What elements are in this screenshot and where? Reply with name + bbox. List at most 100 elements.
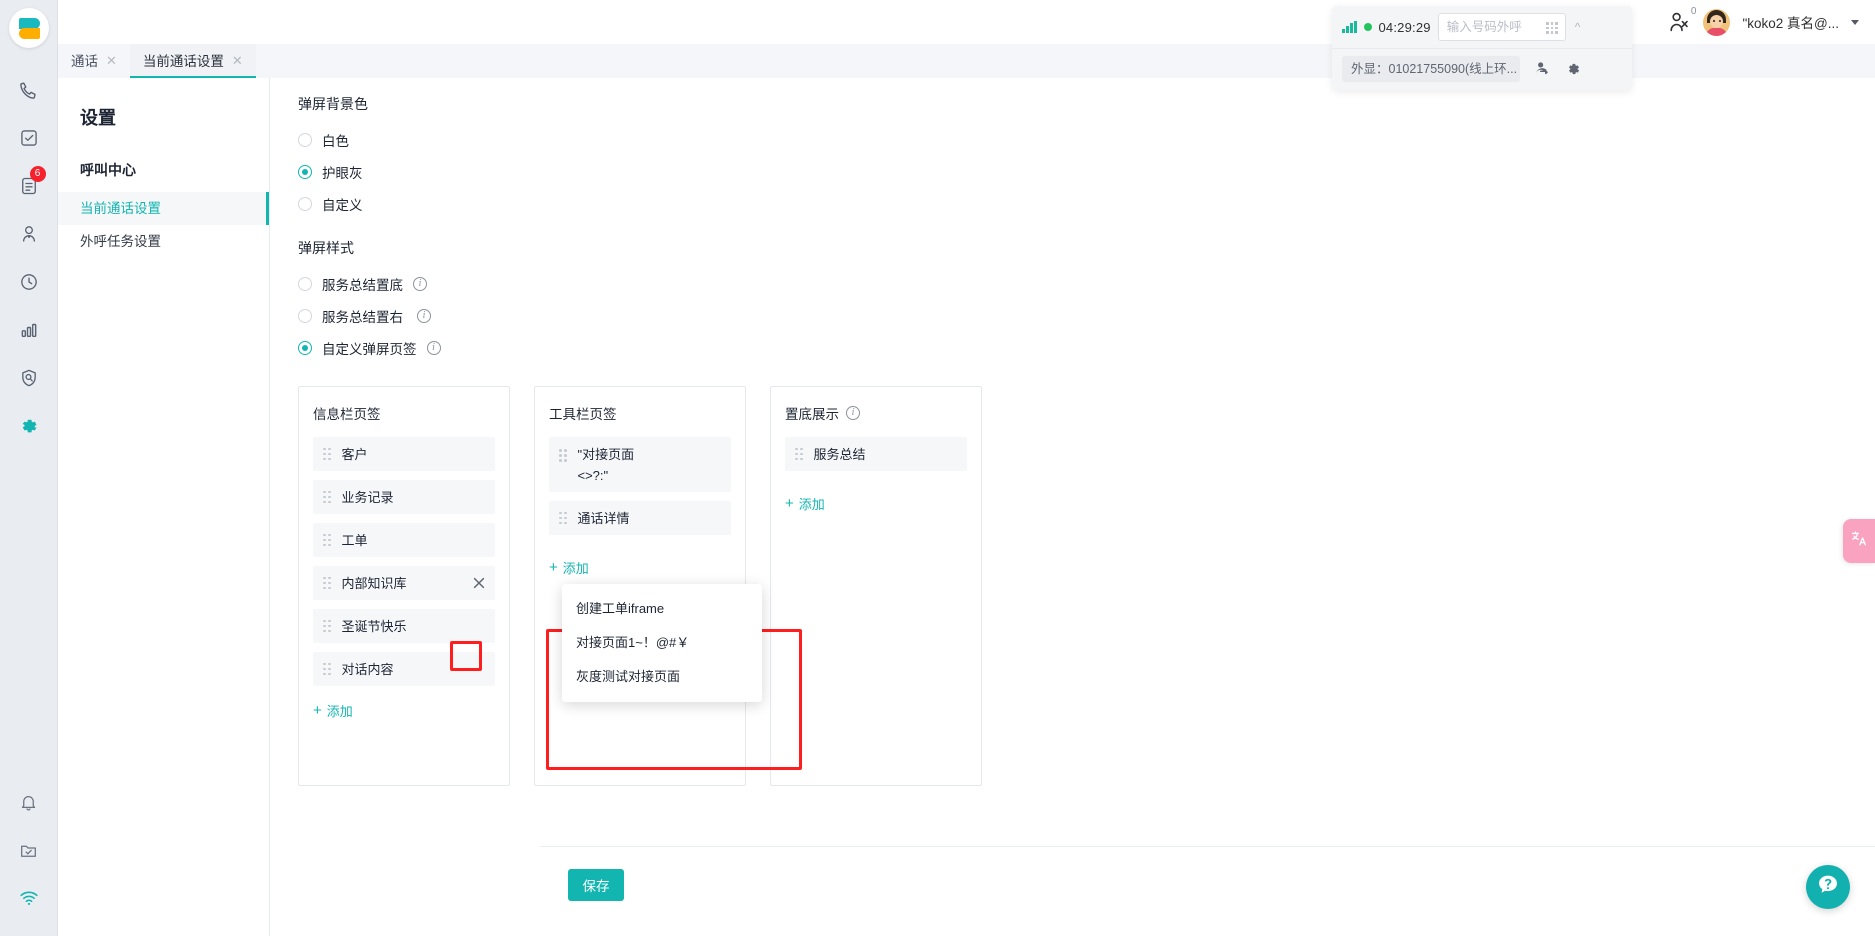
info-icon[interactable]: i [413,277,427,291]
avatar[interactable] [1703,8,1731,36]
chip-label: 工单 [341,532,368,548]
bar-chart-icon [19,320,39,340]
chip-label-line1: "对接页面 [577,447,635,462]
section-title-style: 弹屏样式 [298,240,354,256]
rail-item-settings[interactable] [0,402,58,450]
tab-chip-call-details[interactable]: 通话详情 [549,501,731,535]
radio-background-eyecare-gray[interactable]: 护眼灰 [298,156,1875,188]
panel-title-text: 工具栏页签 [549,407,617,422]
dropdown-item-docking-page-1[interactable]: 对接页面1~！@#￥ [562,626,762,660]
drag-handle-icon[interactable] [559,511,567,525]
close-icon[interactable]: ✕ [232,54,243,67]
tab-chip-conversation-content[interactable]: 对话内容 [313,652,495,686]
chevron-up-icon[interactable]: ^ [1573,20,1583,34]
plus-icon: + [785,495,794,512]
rail-item-quality[interactable] [0,354,58,402]
brand-logo[interactable] [8,8,49,48]
rail-item-network[interactable] [0,874,58,922]
add-info-tab-button[interactable]: + 添加 [313,701,353,720]
shield-search-icon [19,368,39,388]
phone-icon [18,80,39,101]
panel-title: 置底展示 i [785,403,967,423]
dropdown-item-gray-test-docking-page[interactable]: 灰度测试对接页面 [562,660,762,694]
agent-status-button[interactable]: 0 [1667,6,1696,34]
add-label: 添加 [562,561,589,576]
logo-orange-shape [18,28,40,39]
info-icon[interactable]: i [426,341,441,355]
bell-icon [19,793,38,812]
popup-style-section: 弹屏样式 服务总结置底 i 服务总结置右 i 自定义弹屏页签 i [270,220,1875,364]
info-icon[interactable]: i [846,406,860,420]
drag-handle-icon[interactable] [323,490,331,504]
radio-custom-popup-tabs[interactable]: 自定义弹屏页签 i [298,332,1875,364]
radio-background-custom[interactable]: 自定义 [298,188,1875,220]
chevron-down-icon[interactable] [1851,19,1859,25]
radio-summary-right[interactable]: 服务总结置右 i [298,300,1875,332]
dropdown-item-create-work-order-iframe[interactable]: 创建工单iframe [562,592,762,626]
rail-item-history[interactable] [0,258,58,306]
add-tab-dropdown-menu: 创建工单iframe 对接页面1~！@#￥ 灰度测试对接页面 [562,584,762,702]
tab-chip-customer[interactable]: 客户 [313,437,495,471]
drag-handle-icon[interactable] [323,662,331,676]
gear-icon[interactable] [1565,61,1581,77]
close-icon[interactable] [471,575,487,591]
rail-item-notifications[interactable] [0,778,58,826]
drag-handle-icon[interactable] [795,447,803,461]
add-toolbar-tab-button[interactable]: + 添加 [549,558,589,577]
dial-input[interactable] [1438,20,1539,34]
chip-label-multiline: "对接页面 <>?:" [578,443,635,486]
avatar-face [1710,14,1724,28]
panel-title: 工具栏页签 [549,403,731,423]
drag-handle-icon[interactable] [559,449,567,462]
drag-handle-icon[interactable] [323,533,331,547]
document-badge: 6 [29,166,46,182]
drag-handle-icon[interactable] [323,447,331,461]
keypad-icon[interactable] [1546,22,1558,34]
tab-call[interactable]: 通话 ✕ [58,44,130,78]
radio-circle [298,165,312,179]
agent-status-icon [1667,12,1691,38]
call-control-row-secondary: 外显：01021755090(线上环... [1332,48,1632,88]
agent-transfer-icon[interactable] [1534,60,1551,77]
add-bottom-display-button[interactable]: + 添加 [785,494,825,513]
avatar-body [1706,27,1728,36]
tab-current-call-settings[interactable]: 当前通话设置 ✕ [129,44,256,78]
username-label[interactable]: "koko2 真名@... [1742,12,1839,32]
chip-label-line2: <>?:" [577,468,609,483]
sidebar-item-outbound-task-settings[interactable]: 外呼任务设置 [58,225,269,258]
rail-item-contacts[interactable] [0,210,58,258]
caller-id-display[interactable]: 外显：01021755090(线上环... [1342,55,1520,82]
radio-label: 服务总结置底 [322,278,403,293]
close-icon[interactable]: ✕ [106,54,117,67]
tab-chip-internal-knowledge-base[interactable]: 内部知识库 [313,566,495,600]
panel-title-text: 信息栏页签 [313,407,381,422]
plus-icon: + [549,559,558,576]
info-icon[interactable]: i [417,309,431,323]
rail-item-tasks[interactable] [0,114,58,162]
help-question-icon [1815,872,1841,903]
radio-background-white[interactable]: 白色 [298,124,1875,156]
rail-item-documents[interactable]: 6 [0,162,58,210]
tab-chip-business-record[interactable]: 业务记录 [313,480,495,514]
rail-item-reports[interactable] [0,306,58,354]
tab-configuration-panels: 信息栏页签 客户 业务记录 工单 内部知识库 圣诞节快乐 对话内容 + 添加 工… [270,364,1875,786]
sidebar-item-label: 外呼任务设置 [80,234,161,249]
tab-chip-docking-page[interactable]: "对接页面 <>?:" [549,437,731,492]
chip-label: 通话详情 [577,510,630,526]
drag-handle-icon[interactable] [323,619,331,633]
sidebar-item-current-call-settings[interactable]: 当前通话设置 [58,192,269,225]
drag-handle-icon[interactable] [323,576,331,590]
sidebar-item-label: 当前通话设置 [80,201,161,216]
tab-chip-work-order[interactable]: 工单 [313,523,495,557]
save-button[interactable]: 保存 [568,869,624,901]
tab-chip-service-summary[interactable]: 服务总结 [785,437,967,471]
tab-chip-merry-christmas[interactable]: 圣诞节快乐 [313,609,495,643]
rail-item-archive[interactable] [0,826,58,874]
translate-icon [1850,529,1869,553]
translate-toggle-button[interactable] [1843,519,1875,563]
rail-item-phone[interactable] [0,66,58,114]
radio-summary-bottom[interactable]: 服务总结置底 i [298,268,1875,300]
help-button[interactable] [1806,865,1850,909]
radio-circle [298,309,312,323]
panel-title-text: 置底展示 [785,407,839,422]
